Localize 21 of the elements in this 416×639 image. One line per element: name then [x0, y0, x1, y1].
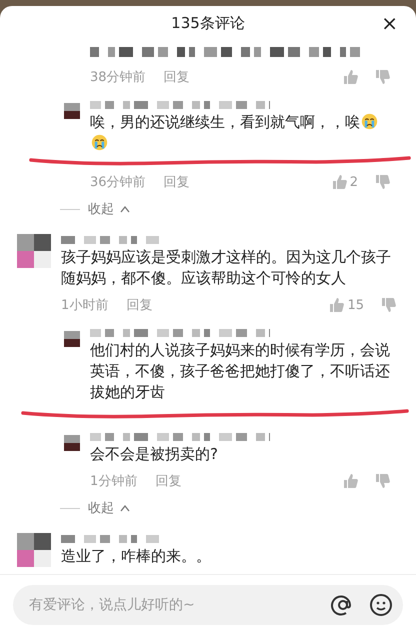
- collapse-link[interactable]: 收起: [88, 499, 114, 517]
- timestamp: 1分钟前: [90, 473, 138, 490]
- comment-text: 唉，男的还说继续生，看到就气啊，，唉: [90, 112, 390, 154]
- comment-text: 孩子妈妈应该是受刺激才这样的。因为这几个孩子随妈妈，都不傻。应该帮助这个可怜的女人: [61, 247, 392, 289]
- reply-link[interactable]: 回复: [164, 173, 190, 191]
- collapse-link[interactable]: 收起: [88, 200, 114, 218]
- comment-text: 会不会是被拐卖的?: [90, 444, 219, 465]
- reply-link[interactable]: 回复: [126, 296, 152, 314]
- comment-input[interactable]: 有爱评论，说点儿好听的~: [27, 596, 317, 614]
- close-button[interactable]: ×: [377, 12, 402, 34]
- like-button[interactable]: 2: [330, 174, 358, 190]
- timestamp: 1小时前: [61, 297, 108, 314]
- comment-count-title: 135条评论: [171, 14, 245, 32]
- timestamp: 38分钟前: [90, 69, 146, 86]
- comment-text: 造业了，咋棒的来。。: [61, 546, 212, 567]
- timestamp: 36分钟前: [90, 174, 146, 191]
- like-button[interactable]: 15: [328, 297, 364, 313]
- reply-link[interactable]: 回复: [155, 472, 182, 490]
- reply-link[interactable]: 回复: [164, 68, 190, 86]
- comment-text: 他们村的人说孩子妈妈来的时候有学历，会说英语，不傻，孩子爸爸把她打傻了，不听话还拔她的牙齿: [90, 340, 390, 403]
- comment-box[interactable]: 有爱评论，说点儿好听的~: [13, 585, 403, 625]
